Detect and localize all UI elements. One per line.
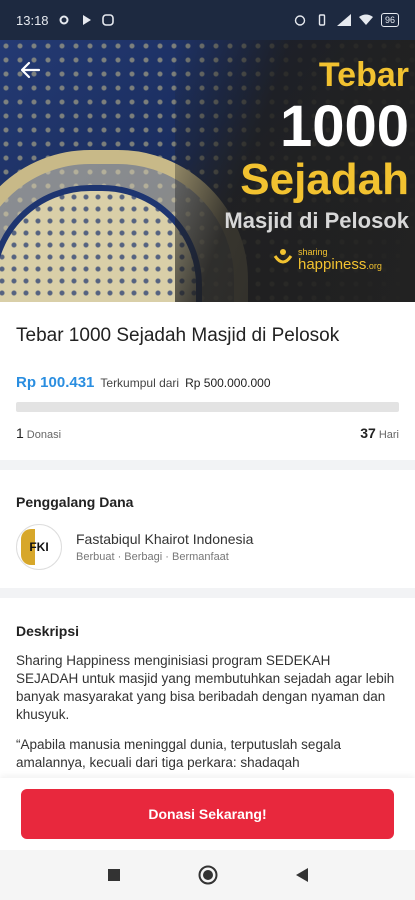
vibrate-icon xyxy=(315,13,329,27)
donate-now-button[interactable]: Donasi Sekarang! xyxy=(21,789,394,839)
campaign-title: Tebar 1000 Sejadah Masjid di Pelosok xyxy=(16,325,340,346)
donation-count-value: 1 xyxy=(16,425,24,441)
days-remaining-label: Hari xyxy=(378,429,399,441)
logo-text-org: .org xyxy=(366,260,382,271)
settings-icon xyxy=(57,13,71,27)
donation-count-label: Donasi xyxy=(26,429,62,441)
description-body: Sharing Happiness menginisiasi program S… xyxy=(16,652,396,784)
description-paragraph: Sharing Happiness menginisiasi program S… xyxy=(16,653,395,722)
status-time: 13:18 xyxy=(16,12,49,28)
status-right: 96 xyxy=(293,13,399,27)
back-arrow-icon[interactable] xyxy=(16,56,44,84)
funds-target: Rp 500.000.000 xyxy=(185,376,271,390)
notification-icon xyxy=(101,13,115,27)
funding-progress-bar xyxy=(16,402,399,412)
fundraiser-avatar: FKI xyxy=(16,524,62,570)
recent-apps-icon[interactable] xyxy=(102,863,126,887)
funds-summary: Rp 100.431 Terkumpul dari Rp 500.000.000 xyxy=(16,374,271,391)
banner-text-sejadah: Sejadah xyxy=(240,155,409,204)
play-icon xyxy=(79,13,93,27)
alarm-icon xyxy=(293,13,307,27)
battery-indicator: 96 xyxy=(380,13,399,27)
banner-text-masjid: Masjid di Pelosok xyxy=(224,208,409,233)
sharing-happiness-logo: sharing happiness .org xyxy=(272,246,382,273)
banner-text-1000: 1000 xyxy=(279,94,409,159)
fundraiser-section-title: Penggalang Dana xyxy=(16,494,134,510)
cta-bar: Donasi Sekarang! xyxy=(0,778,415,850)
fundraiser-name: Fastabiqul Khairot Indonesia xyxy=(76,531,254,547)
description-section-title: Deskripsi xyxy=(16,623,80,639)
status-bar: 13:18 96 xyxy=(0,0,415,40)
description-paragraph: “Apabila manusia meninggal dunia, terput… xyxy=(16,737,341,770)
logo-text-happiness: happiness xyxy=(298,255,367,273)
signal-icon xyxy=(336,13,351,27)
status-left: 13:18 xyxy=(16,13,115,28)
banner-text-tebar: Tebar xyxy=(318,56,409,94)
section-divider xyxy=(0,588,415,598)
days-remaining-value: 37 xyxy=(360,425,376,441)
funds-collected-label: Terkumpul dari xyxy=(100,376,180,390)
fundraiser-tagline: Berbuat · Berbagi · Bermanfaat xyxy=(76,551,229,563)
fundraiser-logo-text: FKI xyxy=(29,540,49,554)
days-remaining: 37 Hari xyxy=(360,425,399,441)
fundraiser-card[interactable]: FKI Fastabiqul Khairot Indonesia Berbuat… xyxy=(16,524,253,570)
home-icon[interactable] xyxy=(196,863,220,887)
system-nav-bar xyxy=(0,850,415,900)
fundraiser-info: Fastabiqul Khairot Indonesia Berbuat · B… xyxy=(76,531,253,563)
donation-count: 1 Donasi xyxy=(16,425,61,441)
back-icon[interactable] xyxy=(290,863,314,887)
sharing-happiness-logo-icon xyxy=(272,246,294,273)
funds-collected: Rp 100.431 xyxy=(16,374,95,391)
section-divider xyxy=(0,460,415,470)
wifi-icon xyxy=(358,13,373,27)
campaign-banner: Tebar 1000 Sejadah Masjid di Pelosok sha… xyxy=(0,40,415,302)
